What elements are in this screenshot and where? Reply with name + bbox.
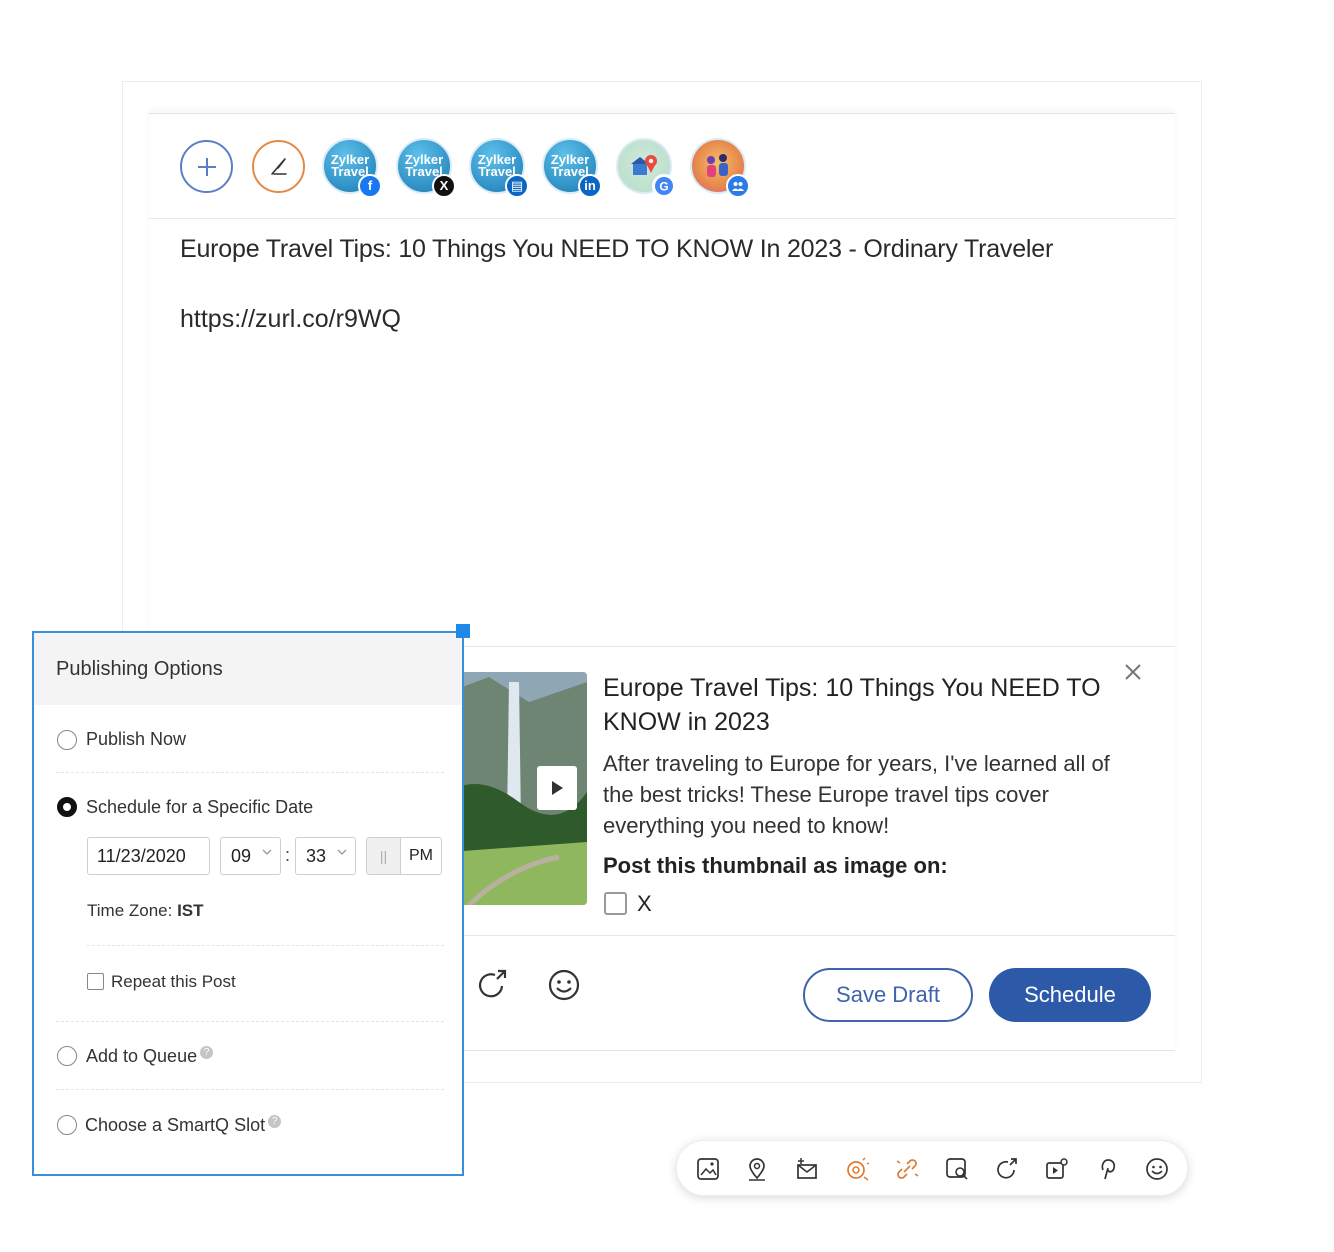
- repeat-post-checkbox[interactable]: [87, 973, 104, 990]
- minute-select[interactable]: 33: [295, 837, 356, 875]
- video-settings-icon[interactable]: [1043, 1155, 1071, 1183]
- preview-description: After traveling to Europe for years, I'v…: [603, 751, 1110, 838]
- schedule-specific-date-label[interactable]: Schedule for a Specific Date: [86, 797, 313, 818]
- add-profile-button[interactable]: [180, 140, 233, 193]
- image-icon[interactable]: [694, 1155, 722, 1183]
- panel-resize-handle[interactable]: [456, 624, 470, 638]
- publishing-options-panel: Publishing Options Publish Now Schedule …: [32, 631, 464, 1176]
- preview-title: Europe Travel Tips: 10 Things You NEED T…: [603, 674, 1101, 736]
- help-icon[interactable]: ?: [200, 1046, 214, 1059]
- divider: [56, 1089, 444, 1090]
- thumbnail-post-label: Post this thumbnail as image on:: [603, 853, 948, 878]
- timezone-row: Time Zone: IST: [87, 901, 204, 921]
- play-icon: [552, 781, 563, 795]
- smiley-icon: [548, 969, 580, 1001]
- time-separator: :: [285, 845, 291, 865]
- divider: [87, 945, 444, 946]
- linkedin-icon: in: [578, 174, 602, 198]
- profile-avatar-x[interactable]: Zylker Travel X: [396, 138, 456, 198]
- add-to-queue-radio[interactable]: [57, 1046, 77, 1066]
- smiley-icon[interactable]: [1143, 1155, 1171, 1183]
- quill-pen-icon: [270, 157, 287, 175]
- divider: [56, 1021, 444, 1022]
- publish-now-label[interactable]: Publish Now: [86, 729, 186, 750]
- chevron-down-icon: [337, 849, 347, 855]
- profile-avatar-linkedin-page[interactable]: Zylker Travel ▤: [469, 138, 529, 198]
- hour-value: 09: [231, 845, 252, 866]
- repeat-post-label[interactable]: Repeat this Post: [111, 972, 236, 992]
- thumbnail-x-checkbox-label: X: [637, 891, 652, 916]
- schedule-button[interactable]: Schedule: [989, 968, 1151, 1022]
- timezone-label: Time Zone:: [87, 901, 173, 920]
- share-redirect-icon[interactable]: [993, 1155, 1021, 1183]
- share-redirect-icon: [478, 969, 507, 998]
- location-pin-icon[interactable]: [743, 1155, 771, 1183]
- chevron-down-icon: [262, 849, 272, 855]
- help-icon[interactable]: ?: [268, 1115, 282, 1128]
- add-to-queue-label: Add to Queue: [86, 1046, 198, 1066]
- preview-thumbnail[interactable]: [449, 672, 587, 905]
- mention-spark-icon[interactable]: [843, 1155, 871, 1183]
- date-input[interactable]: 11/23/2020: [87, 837, 210, 875]
- ampm-toggle[interactable]: || PM: [366, 837, 442, 875]
- profile-avatar-facebook[interactable]: Zylker Travel f: [322, 138, 382, 198]
- profile-avatar-group[interactable]: [690, 138, 750, 198]
- x-icon: X: [432, 174, 456, 198]
- am-segment[interactable]: ||: [367, 838, 401, 874]
- add-to-queue-row[interactable]: Add to Queue?: [86, 1046, 214, 1067]
- post-link[interactable]: https://zurl.co/r9WQ: [180, 305, 401, 334]
- pinterest-icon[interactable]: [1093, 1155, 1121, 1183]
- save-draft-button[interactable]: Save Draft: [803, 968, 973, 1022]
- add-mail-icon[interactable]: [793, 1155, 821, 1183]
- link-shortener-icon[interactable]: [893, 1155, 921, 1183]
- divider: [56, 772, 444, 773]
- thumbnail-x-checkbox[interactable]: [604, 892, 627, 915]
- profiles-bar: Zylker Travel f Zylker Travel X Zylker Trav…: [149, 114, 1175, 219]
- profile-avatar-google-business[interactable]: G: [616, 138, 676, 198]
- timezone-value: IST: [177, 901, 204, 920]
- linkedin-page-icon: ▤: [505, 174, 529, 198]
- close-icon: [1125, 664, 1141, 680]
- google-icon: G: [652, 174, 676, 198]
- smartq-slot-label: Choose a SmartQ Slot: [85, 1115, 266, 1135]
- emoji-icon-button[interactable]: [545, 966, 583, 1004]
- repost-icon-button[interactable]: [474, 966, 512, 1004]
- minute-value: 33: [306, 845, 327, 866]
- smartq-slot-row[interactable]: Choose a SmartQ Slot?: [85, 1115, 282, 1136]
- plus-icon: [197, 157, 216, 176]
- compose-button[interactable]: [252, 140, 305, 193]
- close-preview-button[interactable]: [1121, 661, 1145, 685]
- post-text[interactable]: Europe Travel Tips: 10 Things You NEED T…: [180, 235, 1053, 264]
- publishing-options-title: Publishing Options: [34, 633, 462, 705]
- facebook-icon: f: [358, 174, 382, 198]
- smartq-slot-radio[interactable]: [57, 1115, 77, 1135]
- people-group-icon: [726, 174, 750, 198]
- svg-text:G: G: [659, 180, 668, 194]
- schedule-specific-date-radio[interactable]: [57, 797, 77, 817]
- image-search-icon[interactable]: [943, 1155, 971, 1183]
- pm-segment[interactable]: PM: [401, 847, 441, 865]
- play-video-button[interactable]: [537, 766, 577, 810]
- publish-now-radio[interactable]: [57, 730, 77, 750]
- profile-avatar-linkedin[interactable]: Zylker Travel in: [542, 138, 602, 198]
- hour-select[interactable]: 09: [220, 837, 281, 875]
- floating-toolbar: [676, 1140, 1188, 1196]
